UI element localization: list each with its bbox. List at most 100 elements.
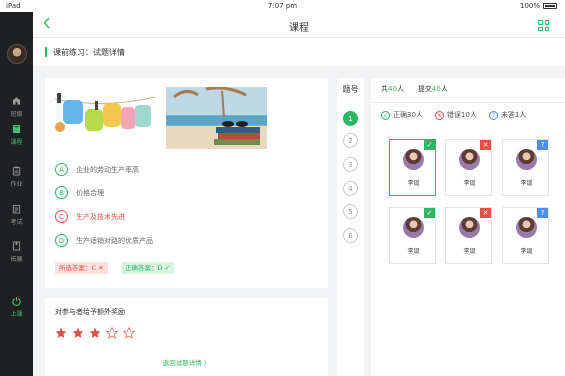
sidebar-item-label: 作业 <box>10 181 23 188</box>
option-letter: D <box>55 234 68 247</box>
option-text: 生产适销对路的优质产品 <box>76 236 153 245</box>
question-card: A 企业的劳动生产率高 B 价格合理 C 生产及技术先进 D 生产适销对路的优质… <box>45 78 328 288</box>
star-empty-icon[interactable] <box>106 327 118 339</box>
class-icon <box>12 97 21 105</box>
student-name: 李诞 <box>520 180 533 187</box>
student-name: 李诞 <box>407 248 420 255</box>
option-letter: C <box>55 210 68 223</box>
filter-wrong[interactable]: ✕ 错误10人 <box>434 110 477 120</box>
sidebar-item-label: 上课 <box>10 311 23 318</box>
sidebar-item-label: 拓展 <box>10 256 23 263</box>
unanswered-flag-icon: ? <box>537 140 548 150</box>
top-bar: 课程 <box>33 12 565 38</box>
student-card[interactable]: ✕ 李诞 <box>445 207 492 264</box>
avatar[interactable] <box>7 44 27 64</box>
homework-icon <box>12 166 21 176</box>
sidebar: 班级 课程 作业 考试 拓展 上课 <box>0 12 33 376</box>
filter-unanswered[interactable]: ? 未答1人 <box>488 110 526 120</box>
tab-submitted[interactable]: 提交40人 <box>418 84 448 94</box>
student-avatar <box>459 149 480 170</box>
option-text: 价格合理 <box>76 188 104 197</box>
page-title: 课程 <box>289 23 309 34</box>
tab-total[interactable]: 共40人 <box>381 84 404 94</box>
return-detail-link[interactable]: 返回试题详情 〉 <box>45 357 328 367</box>
student-name: 李诞 <box>407 180 420 187</box>
selected-answer-badge: 所选答案：C ✕ <box>55 262 108 274</box>
wrong-flag-icon: ✕ <box>480 140 491 150</box>
sidebar-item-label: 课程 <box>10 139 23 146</box>
grid-menu-button[interactable] <box>538 20 549 31</box>
correct-flag-icon: ✓ <box>424 208 435 218</box>
book-icon <box>12 124 21 134</box>
power-icon <box>12 296 21 306</box>
correct-answer-badge: 正确答案：D ✓ <box>121 262 175 274</box>
grid-icon <box>538 20 543 25</box>
question-number[interactable]: 4 <box>343 181 358 196</box>
status-bar: iPad 7:07 pm 100% <box>0 0 565 12</box>
status-time: 7:07 pm <box>267 2 298 10</box>
student-avatar <box>403 149 424 170</box>
question-number[interactable]: 3 <box>343 157 358 172</box>
option-c[interactable]: C 生产及技术先进 <box>55 210 125 223</box>
sidebar-item-course[interactable]: 课程 <box>0 124 33 146</box>
star-rating[interactable] <box>55 327 135 339</box>
star-empty-icon[interactable] <box>123 327 135 339</box>
sidebar-item-class[interactable]: 班级 <box>0 96 33 118</box>
reward-title: 对参与者给予额外奖励 <box>55 308 125 316</box>
unanswered-flag-icon: ? <box>537 208 548 218</box>
sidebar-item-attend[interactable]: 上课 <box>0 296 33 318</box>
sidebar-item-extend[interactable]: 拓展 <box>0 241 33 263</box>
student-name: 李诞 <box>520 248 533 255</box>
cross-circle-icon: ✕ <box>434 110 444 120</box>
filter-correct[interactable]: ✓ 正确30人 <box>381 110 423 120</box>
exam-icon <box>12 204 21 214</box>
option-text: 生产及技术先进 <box>76 212 125 221</box>
option-letter: B <box>55 186 68 199</box>
option-a[interactable]: A 企业的劳动生产率高 <box>55 163 139 176</box>
student-card[interactable]: ? 李诞 <box>502 207 549 264</box>
question-number-header: 题号 <box>342 85 359 94</box>
question-image-beach <box>166 87 267 149</box>
divider <box>371 102 565 103</box>
student-avatar <box>516 149 537 170</box>
student-name: 李诞 <box>463 248 476 255</box>
star-filled-icon[interactable] <box>72 327 84 339</box>
student-avatar <box>516 217 537 238</box>
breadcrumb-marker <box>45 47 47 57</box>
sidebar-item-label: 班级 <box>10 111 23 118</box>
breadcrumb-text: 课前练习：试题详情 <box>53 48 125 57</box>
option-b[interactable]: B 价格合理 <box>55 186 104 199</box>
option-d[interactable]: D 生产适销对路的优质产品 <box>55 234 153 247</box>
question-number[interactable]: 6 <box>343 228 358 243</box>
answer-stats-panel: 共40人 提交40人 ✓ 正确30人 ✕ 错误10人 ? 未答1人 ✓ 李诞 ✕ 李诞… <box>371 78 565 376</box>
sidebar-item-homework[interactable]: 作业 <box>0 166 33 188</box>
battery: 100% <box>520 2 557 10</box>
student-card[interactable]: ✕ 李诞 <box>445 139 492 196</box>
option-text: 企业的劳动生产率高 <box>76 165 139 174</box>
question-number[interactable]: 5 <box>343 204 358 219</box>
question-number[interactable]: 2 <box>343 133 358 148</box>
student-card[interactable]: ✓ 李诞 <box>389 207 436 264</box>
student-name: 李诞 <box>463 180 476 187</box>
reward-card: 对参与者给予额外奖励 返回试题详情 〉 <box>45 298 328 376</box>
stats-tabs: 共40人 提交40人 <box>381 84 448 94</box>
battery-percent: 100% <box>519 2 540 10</box>
check-circle-icon: ✓ <box>381 110 390 120</box>
sidebar-item-label: 考试 <box>10 219 23 226</box>
sidebar-item-exam[interactable]: 考试 <box>0 204 33 226</box>
student-card[interactable]: ✓ 李诞 <box>389 139 436 196</box>
bookmark-icon <box>12 241 21 251</box>
result-filters: ✓ 正确30人 ✕ 错误10人 ? 未答1人 <box>381 110 526 120</box>
question-number-list: 题号 1 2 3 4 5 6 <box>337 78 364 376</box>
star-filled-icon[interactable] <box>55 327 67 339</box>
student-avatar <box>403 217 424 238</box>
question-image-letters <box>55 87 155 149</box>
question-circle-icon: ? <box>488 110 498 120</box>
star-filled-icon[interactable] <box>89 327 101 339</box>
student-card[interactable]: ? 李诞 <box>502 139 549 196</box>
correct-flag-icon: ✓ <box>424 140 435 150</box>
question-number[interactable]: 1 <box>343 111 358 126</box>
battery-icon <box>543 3 557 9</box>
breadcrumb: 课前练习：试题详情 <box>33 38 565 66</box>
student-avatar <box>459 217 480 238</box>
